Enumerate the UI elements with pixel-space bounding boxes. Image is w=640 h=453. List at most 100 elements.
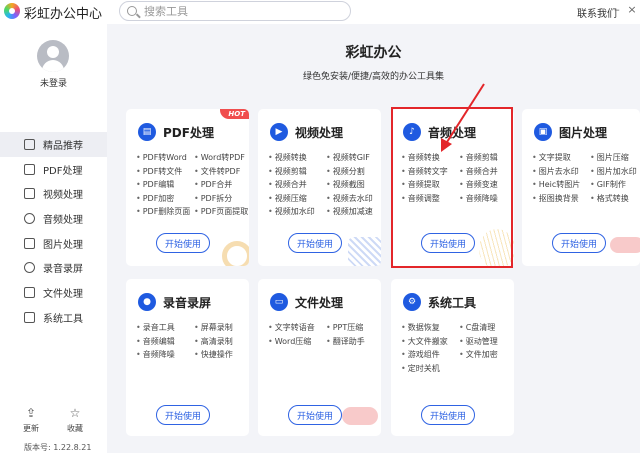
feature-item[interactable]: 视频剪辑	[268, 166, 326, 178]
feature-item[interactable]: 文件加密	[459, 349, 514, 361]
feature-item[interactable]: 快捷操作	[194, 349, 249, 361]
feature-item[interactable]: 视频转换	[268, 152, 326, 164]
feature-item[interactable]: 格式转换	[590, 193, 640, 205]
highlight-box	[391, 107, 513, 268]
feature-item[interactable]: 图片压缩	[590, 152, 640, 164]
feature-item[interactable]: 翻译助手	[326, 336, 381, 348]
feature-item[interactable]: 视频截图	[326, 179, 381, 191]
feature-item[interactable]: 定时关机	[401, 363, 459, 375]
favorite-button[interactable]: ☆ 收藏	[64, 407, 86, 434]
feature-item[interactable]: PPT压缩	[326, 322, 381, 334]
tool-card-video[interactable]: ▶ 视频处理 视频转换 视频转GIF 视频剪辑 视频分割 视频合并 视频截图 视…	[258, 109, 381, 266]
feature-item[interactable]: 视频加水印	[268, 206, 326, 218]
feature-item[interactable]: GIF制作	[590, 179, 640, 191]
start-button-video[interactable]: 开始使用	[288, 233, 342, 253]
rainbow-logo-icon	[4, 3, 20, 19]
feature-list: PDF转Word Word转PDF PDF转文件 文件转PDF PDF编辑 PD…	[136, 152, 249, 218]
feature-item[interactable]: Word压缩	[268, 336, 326, 348]
decoration	[342, 407, 378, 425]
start-button-image[interactable]: 开始使用	[552, 233, 606, 253]
video-icon	[24, 188, 35, 200]
sidebar-item-label: 系统工具	[43, 313, 83, 325]
start-button-file[interactable]: 开始使用	[288, 405, 342, 425]
sidebar-item-image[interactable]: 图片处理	[0, 231, 107, 256]
decoration	[610, 237, 640, 253]
feature-item[interactable]: PDF编辑	[136, 179, 194, 191]
music-icon	[24, 212, 35, 224]
feature-item[interactable]: C盘清理	[459, 322, 514, 334]
feature-item[interactable]: PDF转Word	[136, 152, 194, 164]
feature-item[interactable]: 文字转语音	[268, 322, 326, 334]
search-input[interactable]	[144, 3, 344, 19]
login-status[interactable]: 未登录	[0, 76, 107, 89]
feature-list: 录音工具 屏幕录制 音频编辑 高清录制 音频降噪 快捷操作	[136, 322, 246, 361]
search-box[interactable]	[119, 1, 351, 21]
close-button[interactable]: ×	[626, 3, 638, 17]
feature-list: 文字转语音 PPT压缩 Word压缩 翻译助手	[268, 322, 378, 347]
thumbs-up-icon	[24, 138, 35, 150]
card-title: 文件处理	[295, 295, 344, 310]
feature-item[interactable]: PDF加密	[136, 193, 194, 205]
feature-item[interactable]: 驱动管理	[459, 336, 514, 348]
folder-icon: ▭	[270, 293, 288, 311]
update-label: 更新	[23, 424, 39, 433]
feature-item[interactable]: PDF拆分	[194, 193, 249, 205]
feature-item[interactable]: Heic转图片	[532, 179, 590, 191]
image-icon: ▣	[534, 123, 552, 141]
feature-item[interactable]: 音频降噪	[136, 349, 194, 361]
card-header: ▤ PDF处理	[138, 123, 214, 141]
sidebar-item-pdf[interactable]: PDF处理	[0, 157, 107, 182]
sidebar-item-label: 录音录屏	[43, 264, 83, 276]
tool-card-pdf[interactable]: HOT ▤ PDF处理 PDF转Word Word转PDF PDF转文件 文件转…	[126, 109, 249, 266]
feature-item[interactable]: Word转PDF	[194, 152, 249, 164]
feature-item[interactable]: 高清录制	[194, 336, 249, 348]
feature-item[interactable]: 文件转PDF	[194, 166, 249, 178]
tool-card-system[interactable]: ⚙ 系统工具 数据恢复 C盘清理 大文件搬家 驱动管理 游戏组件 文件加密 定时…	[391, 279, 514, 436]
sidebar-item-audio[interactable]: 音频处理	[0, 206, 107, 231]
feature-item[interactable]: 图片加水印	[590, 166, 640, 178]
feature-item[interactable]: PDF转文件	[136, 166, 194, 178]
start-button-record[interactable]: 开始使用	[156, 405, 210, 425]
tool-card-file[interactable]: ▭ 文件处理 文字转语音 PPT压缩 Word压缩 翻译助手 开始使用	[258, 279, 381, 436]
feature-item[interactable]: 视频分割	[326, 166, 381, 178]
record-icon	[24, 262, 35, 274]
image-icon	[24, 237, 35, 249]
feature-item[interactable]: 游戏组件	[401, 349, 459, 361]
pdf-icon: ▤	[138, 123, 156, 141]
update-button[interactable]: ⇪ 更新	[20, 407, 42, 434]
feature-item[interactable]: PDF页面提取	[194, 206, 249, 218]
feature-item[interactable]: 文字提取	[532, 152, 590, 164]
minimize-button[interactable]: –	[611, 3, 623, 17]
feature-item[interactable]: 视频加减速	[326, 206, 381, 218]
sidebar-item-video[interactable]: 视频处理	[0, 181, 107, 206]
feature-item[interactable]: 视频合并	[268, 179, 326, 191]
gear-icon: ⚙	[403, 293, 421, 311]
feature-item[interactable]: 视频压缩	[268, 193, 326, 205]
feature-item[interactable]: 视频转GIF	[326, 152, 381, 164]
feature-item[interactable]: 音频编辑	[136, 336, 194, 348]
sidebar-item-label: PDF处理	[43, 165, 83, 177]
sidebar-item-recommended[interactable]: 精品推荐	[0, 132, 107, 157]
feature-item[interactable]: 数据恢复	[401, 322, 459, 334]
sidebar-item-record[interactable]: 录音录屏	[0, 255, 107, 280]
feature-item[interactable]: 大文件搬家	[401, 336, 459, 348]
start-button-pdf[interactable]: 开始使用	[156, 233, 210, 253]
feature-list: 文字提取 图片压缩 图片去水印 图片加水印 Heic转图片 GIF制作 抠图换背…	[532, 152, 640, 204]
hot-badge: HOT	[220, 109, 249, 119]
feature-item[interactable]: 视频去水印	[326, 193, 381, 205]
feature-item[interactable]: 录音工具	[136, 322, 194, 334]
card-title: 系统工具	[428, 295, 477, 310]
feature-item[interactable]: 抠图换背景	[532, 193, 590, 205]
folder-icon	[24, 286, 35, 298]
feature-item[interactable]: 图片去水印	[532, 166, 590, 178]
feature-item[interactable]: PDF删除页面	[136, 206, 194, 218]
tool-card-record[interactable]: ● 录音录屏 录音工具 屏幕录制 音频编辑 高清录制 音频降噪 快捷操作 开始使…	[126, 279, 249, 436]
tool-card-image[interactable]: ▣ 图片处理 文字提取 图片压缩 图片去水印 图片加水印 Heic转图片 GIF…	[522, 109, 640, 266]
start-button-system[interactable]: 开始使用	[421, 405, 475, 425]
avatar[interactable]	[37, 40, 69, 72]
feature-item[interactable]: PDF合并	[194, 179, 249, 191]
feature-list: 视频转换 视频转GIF 视频剪辑 视频分割 视频合并 视频截图 视频压缩 视频去…	[268, 152, 378, 218]
sidebar-item-system[interactable]: 系统工具	[0, 305, 107, 330]
feature-item[interactable]: 屏幕录制	[194, 322, 249, 334]
sidebar-item-file[interactable]: 文件处理	[0, 280, 107, 305]
